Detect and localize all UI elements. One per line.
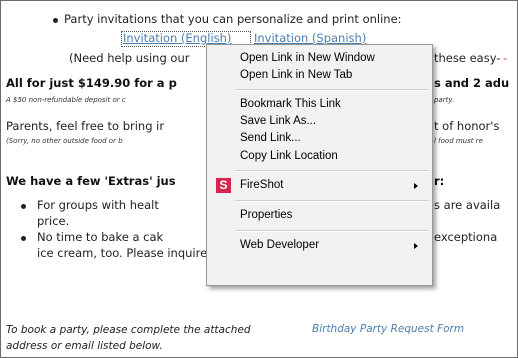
menu-separator [235,89,429,91]
menu-item-save-link-as[interactable]: Save Link As... [207,113,432,131]
browser-page: Party invitations that you can personali… [0,0,518,358]
price-word: price. [37,214,70,228]
parents-text-right: t of honor's [434,119,500,133]
need-help-text: (Need help using our [69,51,190,65]
no-time-text: No time to bake a cak [37,230,164,244]
groups-text: For groups with healt [37,198,159,212]
menu-item-label: Save Link As... [240,115,317,127]
extras-heading-right: r: [434,174,445,188]
context-menu: Open Link in New Window Open Link in New… [206,44,433,286]
extras-heading: We have a few 'Extras' jus [6,174,176,188]
need-help-text-right: these easy- [434,51,501,65]
bullet-dot [21,204,26,209]
menu-item-fireshot[interactable]: S FireShot [207,177,432,195]
groups-text-right: s are availa [434,198,501,212]
menu-item-open-new-tab[interactable]: Open Link in New Tab [207,67,432,85]
price-heading-right: s and 2 adu [434,76,510,90]
menu-item-label: Bookmark This Link [240,98,341,110]
bullet-dot [21,236,26,241]
menu-item-label: Properties [240,209,293,221]
bullet-dot [53,18,58,23]
birthday-request-form-link[interactable]: Birthday Party Request Form [312,323,464,335]
submenu-arrow-icon [414,183,418,189]
help-link-fragment[interactable]: - [503,51,507,65]
invitation-english-link[interactable]: Invitation (English) [123,31,231,45]
bullet-party-invitations: Party invitations that you can personali… [64,12,402,26]
invitation-spanish-link[interactable]: Invitation (Spanish) [254,31,366,45]
menu-item-label: Copy Link Location [240,150,338,162]
menu-item-label: Open Link in New Window [240,52,375,64]
sorry-note-right: l food must re [434,137,483,145]
fireshot-icon: S [216,178,231,193]
menu-item-label: Send Link... [240,132,301,144]
menu-item-open-new-window[interactable]: Open Link in New Window [207,50,432,68]
menu-item-web-developer[interactable]: Web Developer [207,237,432,255]
submenu-arrow-icon [414,243,418,249]
menu-item-bookmark-link[interactable]: Bookmark This Link [207,96,432,114]
menu-separator [235,170,429,172]
menu-separator [235,230,429,232]
address-text: address or email listed below. [6,340,163,352]
menu-separator [235,200,429,202]
sorry-note: (Sorry, no other outside food or b [6,137,123,145]
menu-item-label: Open Link in New Tab [240,69,353,81]
price-heading: All for just $149.90 for a p [6,76,177,90]
menu-item-label: FireShot [240,179,284,191]
menu-item-label: Web Developer [240,239,320,251]
book-party-text: To book a party, please complete the att… [6,324,251,336]
menu-item-properties[interactable]: Properties [207,207,432,225]
menu-item-send-link[interactable]: Send Link... [207,130,432,148]
menu-item-copy-link-location[interactable]: Copy Link Location [207,148,432,166]
parents-text: Parents, feel free to bring ir [6,119,165,133]
deposit-note: A $50 non-refundable deposit or c [6,96,126,104]
no-time-text-right: exceptiona [434,230,498,244]
deposit-note-right: party. [434,96,455,104]
